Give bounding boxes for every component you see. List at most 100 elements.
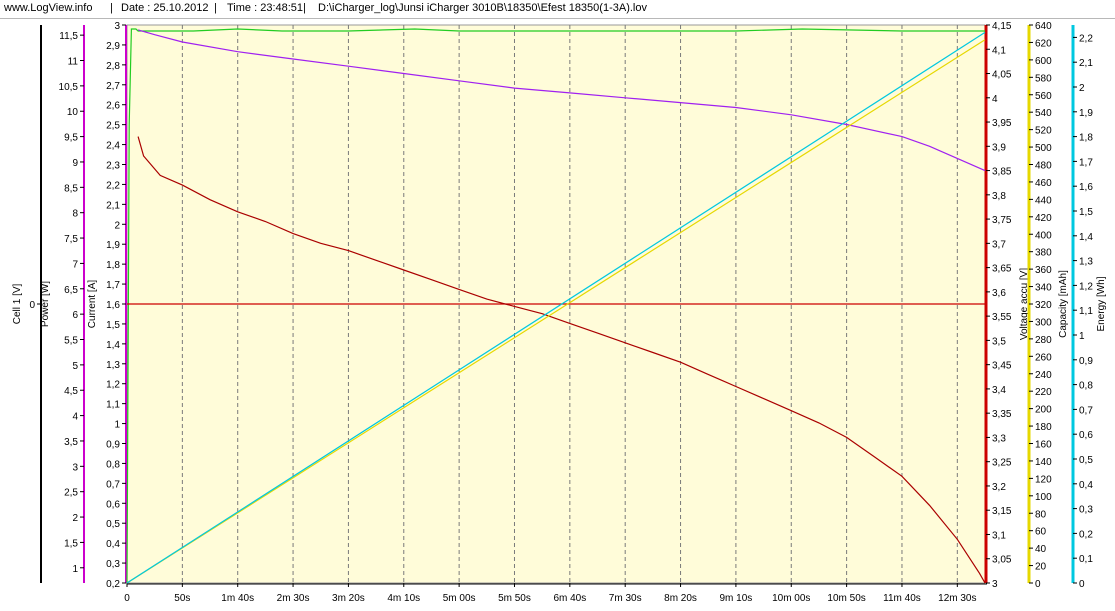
x-tick-label: 10m 00s: [772, 593, 810, 604]
capacity-tick-label: 500: [1035, 143, 1052, 154]
energy-tick-label: 1,3: [1079, 257, 1093, 268]
capacity-tick-label: 620: [1035, 38, 1052, 49]
file-path: D:\iCharger_log\Junsi iCharger 3010B\183…: [318, 2, 647, 14]
capacity-tick-label: 540: [1035, 108, 1052, 119]
energy-tick-label: 0,1: [1079, 554, 1093, 565]
current-tick-label: 1,6: [106, 300, 120, 311]
power-tick-label: 4,5: [64, 386, 78, 397]
voltage-tick-label: 3,55: [992, 312, 1012, 323]
header-separator: |: [303, 2, 306, 14]
current-tick-label: 1,5: [106, 320, 120, 331]
power-tick-label: 5: [72, 361, 78, 372]
current-tick-label: 3: [114, 21, 120, 32]
capacity-tick-label: 40: [1035, 544, 1047, 555]
voltage-tick-label: 4,15: [992, 21, 1012, 32]
capacity-tick-label: 560: [1035, 91, 1052, 102]
energy-tick-label: 0,5: [1079, 455, 1093, 466]
x-tick-label: 8m 20s: [664, 593, 697, 604]
energy-tick-label: 1,6: [1079, 182, 1093, 193]
x-tick-label: 5m 00s: [443, 593, 476, 604]
voltage-tick-label: 3,95: [992, 118, 1012, 129]
capacity-tick-label: 400: [1035, 230, 1052, 241]
current-tick-label: 0,8: [106, 459, 120, 470]
power-tick-label: 8,5: [64, 183, 78, 194]
energy-tick-label: 1,1: [1079, 306, 1093, 317]
power-tick-label: 10: [67, 107, 79, 118]
capacity-tick-label: 380: [1035, 248, 1052, 259]
capacity-tick-label: 260: [1035, 352, 1052, 363]
current-tick-label: 1,4: [106, 340, 120, 351]
x-tick-label: 3m 20s: [332, 593, 365, 604]
energy-tick-label: 0,2: [1079, 529, 1093, 540]
energy-tick-label: 0,4: [1079, 480, 1093, 491]
chart-canvas: 0 50s 1m 40s 2m 30s 3m 20s 4m 10s 5m 00s 5m 50s…: [12, 21, 1107, 604]
capacity-tick-label: 20: [1035, 562, 1047, 573]
current-tick-label: 0,4: [106, 539, 120, 550]
energy-tick-label: 0: [1079, 579, 1085, 590]
x-tick-label: 6m 40s: [553, 593, 586, 604]
energy-tick-label: 1,9: [1079, 108, 1093, 119]
voltage-tick-label: 3,75: [992, 215, 1012, 226]
power-tick-label: 8: [72, 209, 78, 220]
capacity-tick-label: 520: [1035, 126, 1052, 137]
voltage-tick-label: 3,4: [992, 385, 1006, 396]
current-tick-label: 2,3: [106, 161, 120, 172]
current-tick-label: 2,7: [106, 81, 120, 92]
x-tick-label: 4m 10s: [387, 593, 420, 604]
current-tick-label: 2,8: [106, 61, 120, 72]
voltage-tick-label: 3,65: [992, 264, 1012, 275]
capacity-tick-label: 200: [1035, 405, 1052, 416]
current-tick-label: 1,3: [106, 360, 120, 371]
capacity-tick-label: 360: [1035, 265, 1052, 276]
voltage-tick-label: 3: [992, 579, 998, 590]
current-tick-label: 2,1: [106, 200, 120, 211]
log-time: Time : 23:48:51: [227, 2, 304, 14]
cell-axis-label: Cell 1 [V]: [12, 283, 23, 324]
energy-tick-label: 1,2: [1079, 281, 1093, 292]
energy-tick-label: 0,3: [1079, 505, 1093, 516]
x-tick-label: 50s: [174, 593, 190, 604]
power-tick-label: 7,5: [64, 234, 78, 245]
current-tick-label: 2,2: [106, 180, 120, 191]
capacity-tick-label: 640: [1035, 21, 1052, 32]
capacity-tick-label: 300: [1035, 317, 1052, 328]
current-tick-label: 1,7: [106, 280, 120, 291]
energy-tick-label: 1,4: [1079, 232, 1093, 243]
header-separator: |: [214, 2, 217, 14]
current-tick-label: 1,1: [106, 400, 120, 411]
voltage-tick-label: 3,3: [992, 433, 1006, 444]
energy-tick-label: 2,1: [1079, 58, 1093, 69]
voltage-tick-label: 3,9: [992, 142, 1006, 153]
power-tick-label: 6,5: [64, 285, 78, 296]
current-tick-label: 1,8: [106, 260, 120, 271]
power-tick-label: 3: [72, 462, 78, 473]
x-tick-label: 9m 10s: [720, 593, 753, 604]
voltage-tick-label: 3,25: [992, 458, 1012, 469]
power-tick-label: 9,5: [64, 133, 78, 144]
power-tick-label: 6: [72, 310, 78, 321]
current-axis-label: Current [A]: [87, 280, 98, 329]
capacity-tick-label: 320: [1035, 300, 1052, 311]
energy-tick-label: 2,2: [1079, 33, 1093, 44]
header-bar: www.LogView.info | Date : 25.10.2012 | T…: [0, 0, 1115, 19]
power-tick-label: 1: [72, 564, 78, 575]
current-tick-label: 2: [114, 220, 120, 231]
power-tick-label: 7: [72, 259, 78, 270]
energy-tick-label: 1,7: [1079, 157, 1093, 168]
current-tick-label: 2,5: [106, 121, 120, 132]
capacity-tick-label: 100: [1035, 492, 1052, 503]
power-tick-label: 11,5: [59, 31, 78, 42]
x-tick-label: 1m 40s: [221, 593, 254, 604]
capacity-tick-label: 180: [1035, 422, 1052, 433]
voltage-tick-label: 3,7: [992, 239, 1006, 250]
power-tick-label: 2: [72, 513, 78, 524]
capacity-tick-label: 460: [1035, 178, 1052, 189]
current-tick-label: 0,7: [106, 479, 120, 490]
site-link[interactable]: www.LogView.info: [4, 0, 92, 17]
capacity-tick-label: 220: [1035, 387, 1052, 398]
current-tick-label: 0,2: [106, 579, 120, 590]
energy-tick-label: 0,7: [1079, 405, 1093, 416]
x-tick-label: 2m 30s: [277, 593, 310, 604]
power-tick-label: 5,5: [64, 336, 78, 347]
capacity-tick-label: 580: [1035, 73, 1052, 84]
